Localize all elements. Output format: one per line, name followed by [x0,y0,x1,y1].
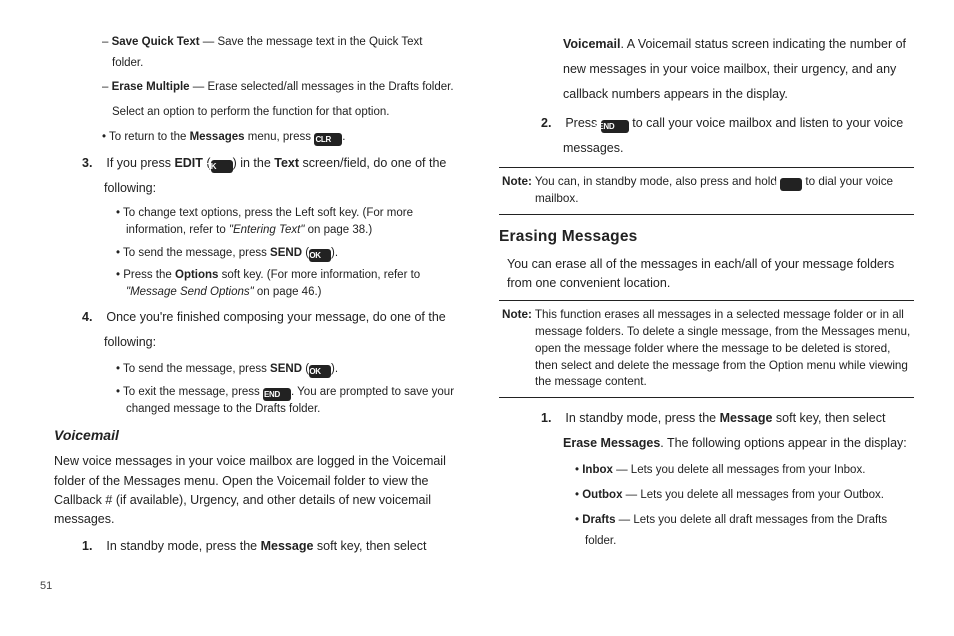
voicemail-continuation: Voicemail. A Voicemail status screen ind… [499,32,914,107]
sub-bullet-options: • Press the Options soft key. (For more … [40,267,455,300]
text-d: "Message Send Options" [126,286,254,298]
text-c: soft key, then select [772,411,885,425]
text-b: SEND [270,247,302,259]
text-b: EDIT [174,156,202,170]
text-c: soft key. (For more information, refer t… [218,269,420,281]
option-inbox: • Inbox — Lets you delete all messages f… [499,460,914,481]
one-key-icon: 1 [780,178,802,191]
option-drafts: • Drafts — Lets you delete all draft mes… [499,510,914,551]
text-c: — Lets you delete all messages from your… [613,464,865,476]
step-4: 4. Once you're finished composing your m… [40,305,455,355]
text-a: Voicemail [563,37,620,51]
erase-step-1: 1. In standby mode, press the Message so… [499,406,914,456]
page-number: 51 [40,577,455,597]
divider [499,397,914,398]
text-b: Options [175,269,218,281]
dash-label: Erase Multiple [112,81,190,93]
text-b: This function erases all messages in a s… [532,308,910,389]
text-b: Message [261,539,314,553]
text-a: • To send the message, press [116,363,270,375]
erasing-paragraph: You can erase all of the messages in eac… [499,255,914,294]
divider [499,167,914,168]
note-label: Note: [502,308,532,321]
text-c: soft key, then select [313,539,426,553]
text: Select an option to perform the function… [112,106,389,118]
note-label: Note: [502,175,532,188]
clr-key-icon: CLR [314,133,342,146]
text-e: on page 46.) [254,286,322,298]
text-a: If you press [106,156,174,170]
voicemail-step-2: 2. Press SEND to call your voice mailbox… [499,111,914,161]
sub-bullet-send: • To send the message, press SEND (OK). [40,243,455,264]
text-b: Drafts [582,514,615,526]
sub-bullet-send-2: • To send the message, press SEND (OK). [40,359,455,380]
text-c: ( [302,247,309,259]
text-b: You can, in standby mode, also press and… [532,175,780,188]
text-b: Outbox [582,489,622,501]
ok-key-icon: OK [211,160,233,173]
text: Once you're finished composing your mess… [104,310,446,349]
text-d: Erase Messages [563,436,660,450]
text-d: ) in the [233,156,275,170]
text: New voice messages in your voice mailbox… [54,454,446,526]
note-1: Note: You can, in standby mode, also pre… [499,174,914,208]
dash-marker: – [102,36,112,48]
text: 51 [40,580,52,592]
text-a: • To return to the [102,131,190,143]
voicemail-step-1: 1. In standby mode, press the Message so… [40,534,455,559]
text-b: Messages [190,131,245,143]
text-b: "Entering Text" [229,224,305,236]
voicemail-heading: Voicemail [40,423,455,448]
text: Erasing Messages [499,228,637,245]
erasing-messages-heading: Erasing Messages [499,223,914,251]
ok-key-icon: OK [309,249,331,262]
dash-item-save-quick-text: – Save Quick Text — Save the message tex… [40,32,455,73]
sub-bullet-text-options: • To change text options, press the Left… [40,205,455,238]
text-d: . [342,131,345,143]
text-a: • To exit the message, press [116,386,263,398]
text-e: Text [274,156,299,170]
ok-key-icon: OK [309,365,331,378]
sub-bullet-exit: • To exit the message, press END. You ar… [40,384,455,418]
divider [499,214,914,215]
text: You can erase all of the messages in eac… [507,257,894,290]
dash-label: Save Quick Text [112,36,200,48]
text-d: ). [331,363,338,375]
right-column: Voicemail. A Voicemail status screen ind… [499,32,914,612]
text-a: • Press the [116,269,175,281]
step-number: 3. [82,156,92,170]
text-b: Message [720,411,773,425]
page: – Save Quick Text — Save the message tex… [0,0,954,636]
text-b: Inbox [582,464,613,476]
text-c: menu, press [245,131,315,143]
voicemail-paragraph: New voice messages in your voice mailbox… [40,452,455,530]
divider [499,300,914,301]
text-a: • To send the message, press [116,247,270,259]
step-number: 1. [82,539,92,553]
bullet-return-messages: • To return to the Messages menu, press … [40,127,455,148]
text-c: — Lets you delete all messages from your… [622,489,883,501]
text-c: — Lets you delete all draft messages fro… [585,514,887,547]
option-outbox: • Outbox — Lets you delete all messages … [499,485,914,506]
text-e: . The following options appear in the di… [660,436,906,450]
text-c: ( [302,363,309,375]
step-number: 1. [541,411,551,425]
end-key-icon: END [263,388,291,401]
text-c: on page 38.) [304,224,372,236]
text-a: In standby mode, press the [565,411,719,425]
note-2: Note: This function erases all messages … [499,307,914,392]
step-number: 4. [82,310,92,324]
text-a: In standby mode, press the [106,539,260,553]
step-3: 3. If you press EDIT (OK) in the Text sc… [40,151,455,201]
dash-marker: – [102,81,112,93]
left-column: – Save Quick Text — Save the message tex… [40,32,455,612]
dash-item-erase-multiple: – Erase Multiple — Erase selected/all me… [40,77,455,98]
text: Voicemail [54,427,119,443]
instruction-line: Select an option to perform the function… [40,102,455,123]
dash-desc: — Erase selected/all messages in the Dra… [190,81,454,93]
step-number: 2. [541,116,551,130]
text-d: ). [331,247,338,259]
send-key-icon: SEND [601,120,629,133]
text-b: SEND [270,363,302,375]
